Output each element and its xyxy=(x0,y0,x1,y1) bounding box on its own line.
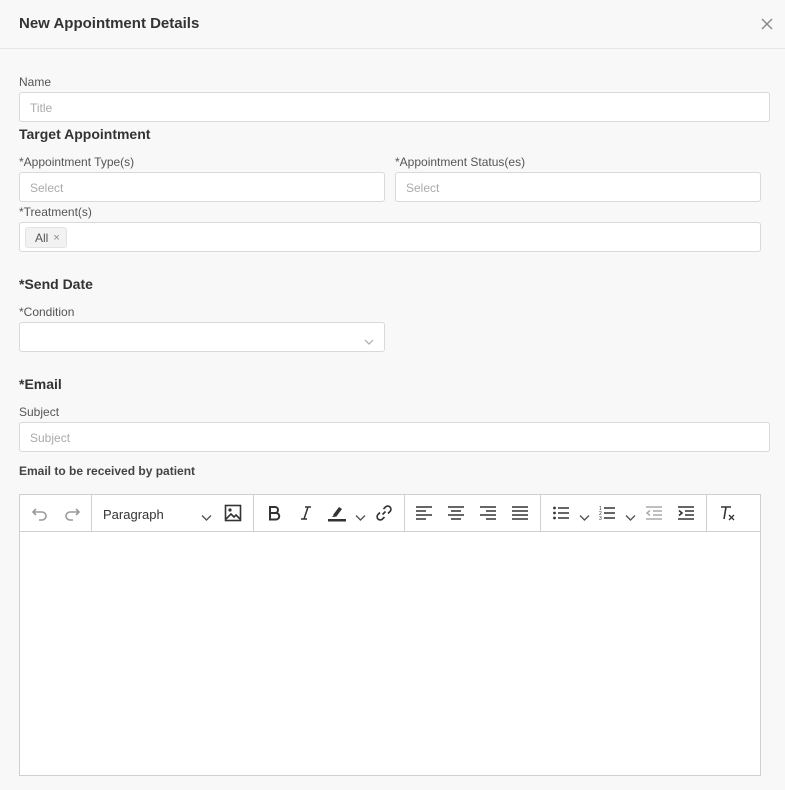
format-group: Paragraph xyxy=(92,495,254,531)
condition-select[interactable] xyxy=(19,322,385,352)
name-label: Name xyxy=(19,75,52,89)
subject-input[interactable]: Subject xyxy=(19,422,770,452)
highlight-icon[interactable] xyxy=(324,501,350,525)
email-body-label: Email to be received by patient xyxy=(19,464,196,478)
align-left-icon[interactable] xyxy=(411,501,437,525)
list-group: 123 xyxy=(541,495,707,531)
appointment-type-label: *Appointment Type(s) xyxy=(19,155,135,169)
treatment-tag-label: All xyxy=(35,230,49,245)
dialog-header: New Appointment Details xyxy=(0,0,785,49)
editor-toolbar: Paragraph 1 2 3 xyxy=(20,495,760,532)
tag-remove-icon[interactable]: × xyxy=(53,232,59,244)
clear-formatting-icon[interactable] xyxy=(715,501,741,525)
bold-icon[interactable] xyxy=(261,501,287,525)
appointment-type-select[interactable]: Select xyxy=(19,172,385,202)
appointment-status-select[interactable]: Select xyxy=(395,172,761,202)
undo-icon[interactable] xyxy=(27,501,53,525)
history-group xyxy=(20,495,92,531)
indent-icon[interactable] xyxy=(673,501,699,525)
subject-placeholder: Subject xyxy=(30,431,71,445)
rich-text-editor: Paragraph 1 2 3 xyxy=(19,494,761,776)
email-heading: *Email xyxy=(19,376,62,392)
redo-icon[interactable] xyxy=(59,501,85,525)
chevron-down-icon[interactable] xyxy=(201,509,212,527)
bullet-list-icon[interactable] xyxy=(548,501,574,525)
name-placeholder: Title xyxy=(30,101,53,115)
link-icon[interactable] xyxy=(371,501,397,525)
text-style-group xyxy=(254,495,405,531)
alignment-group xyxy=(405,495,541,531)
appointment-type-placeholder: Select xyxy=(30,181,64,195)
align-justify-icon[interactable] xyxy=(507,501,533,525)
name-input[interactable]: Title xyxy=(19,92,770,122)
chevron-down-icon[interactable] xyxy=(625,509,636,527)
treatment-select[interactable]: All × xyxy=(19,222,761,252)
editor-content-area[interactable] xyxy=(20,532,760,775)
send-date-heading: *Send Date xyxy=(19,276,93,292)
align-right-icon[interactable] xyxy=(475,501,501,525)
appointment-status-placeholder: Select xyxy=(406,181,440,195)
target-appointment-heading: Target Appointment xyxy=(19,126,151,142)
chevron-down-icon[interactable] xyxy=(355,509,366,527)
close-icon[interactable] xyxy=(757,14,777,34)
numbered-list-icon[interactable]: 123 xyxy=(594,501,620,525)
insert-image-icon[interactable] xyxy=(220,501,246,525)
treatment-tag: All × xyxy=(25,227,67,248)
condition-label: *Condition xyxy=(19,305,75,319)
align-center-icon[interactable] xyxy=(443,501,469,525)
dialog-title: New Appointment Details xyxy=(19,15,200,32)
treatment-label: *Treatment(s) xyxy=(19,205,92,219)
svg-text:3: 3 xyxy=(599,516,602,521)
subject-label: Subject xyxy=(19,405,60,419)
chevron-down-icon xyxy=(364,333,374,351)
block-format-select[interactable]: Paragraph xyxy=(103,507,164,522)
appointment-status-label: *Appointment Status(es) xyxy=(395,155,526,169)
chevron-down-icon[interactable] xyxy=(579,509,590,527)
outdent-icon[interactable] xyxy=(641,501,667,525)
italic-icon[interactable] xyxy=(293,501,319,525)
